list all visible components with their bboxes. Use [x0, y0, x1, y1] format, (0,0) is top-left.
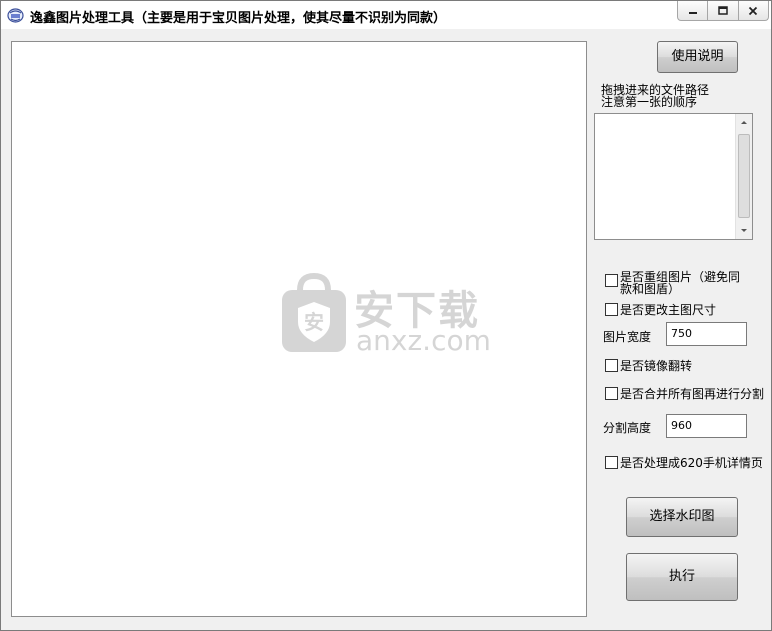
drag-hint-line2: 注意第一张的顺序 [601, 95, 698, 109]
regroup-label-line2: 款和图盾） [620, 282, 681, 296]
regroup-checkbox[interactable] [605, 274, 618, 287]
scroll-thumb[interactable] [738, 134, 750, 218]
image-preview-area[interactable]: 安 安下载 anxz.com [11, 41, 587, 617]
window-controls [677, 1, 769, 21]
minimize-button[interactable] [678, 1, 709, 20]
mobile-detail-checkbox[interactable] [605, 456, 618, 469]
svg-text:安: 安 [304, 310, 324, 334]
help-button[interactable]: 使用说明 [657, 41, 738, 73]
file-path-list[interactable] [594, 113, 753, 240]
mirror-checkbox[interactable] [605, 359, 618, 372]
minimize-icon [688, 11, 697, 14]
maximize-button[interactable] [708, 1, 739, 20]
app-icon [7, 8, 24, 23]
width-input[interactable]: 750 [666, 322, 747, 346]
mirror-label: 是否镜像翻转 [620, 359, 693, 373]
shield-bag-icon: 安 [282, 272, 346, 352]
run-button[interactable]: 执行 [626, 553, 738, 601]
mobile-detail-label: 是否处理成620手机详情页 [620, 456, 763, 470]
watermark-logo: 安 安下载 anxz.com [278, 272, 498, 362]
width-label: 图片宽度 [603, 330, 652, 344]
close-button[interactable] [739, 1, 768, 20]
merge-split-label: 是否合并所有图再进行分割 [620, 387, 765, 401]
split-height-input[interactable]: 960 [666, 414, 747, 438]
close-icon [749, 6, 758, 15]
split-height-label: 分割高度 [603, 421, 652, 435]
merge-split-checkbox[interactable] [605, 387, 618, 400]
resize-checkbox[interactable] [605, 303, 618, 316]
scroll-up-icon[interactable] [736, 114, 752, 131]
list-scrollbar[interactable] [735, 114, 752, 239]
app-window: 逸鑫图片处理工具（主要是用于宝贝图片处理，使其尽量不识别为同款） 安 安下载 a… [0, 0, 772, 631]
watermark-text-en: anxz.com [356, 324, 491, 357]
maximize-icon [718, 5, 728, 15]
window-title: 逸鑫图片处理工具（主要是用于宝贝图片处理，使其尽量不识别为同款） [30, 11, 447, 26]
title-bar[interactable]: 逸鑫图片处理工具（主要是用于宝贝图片处理，使其尽量不识别为同款） [1, 1, 771, 29]
select-watermark-button[interactable]: 选择水印图 [626, 497, 738, 537]
resize-label: 是否更改主图尺寸 [620, 303, 717, 317]
scroll-down-icon[interactable] [736, 222, 752, 239]
